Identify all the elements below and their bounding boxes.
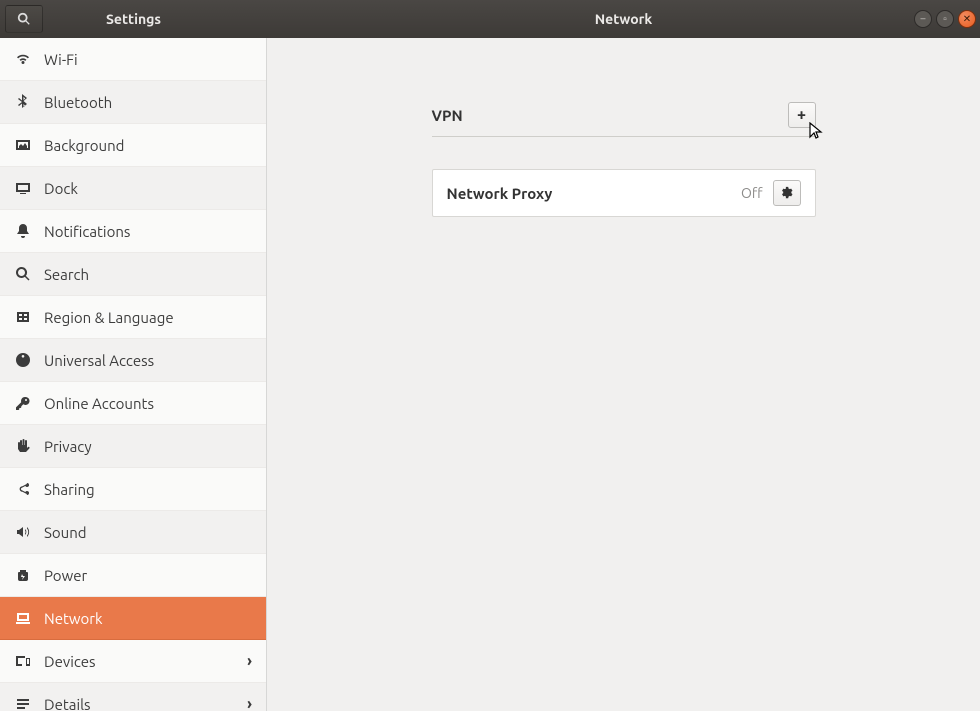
vpn-title: VPN <box>432 107 788 124</box>
proxy-status: Off <box>741 185 763 201</box>
main-panel: VPN + Network Proxy Off <box>267 38 980 711</box>
sidebar-item-bluetooth[interactable]: Bluetooth <box>0 81 266 124</box>
chevron-right-icon: › <box>247 695 252 711</box>
sidebar-item-label: Notifications <box>44 223 130 240</box>
sidebar-item-sharing[interactable]: Sharing <box>0 468 266 511</box>
add-vpn-button[interactable]: + <box>788 102 816 128</box>
power-icon <box>14 566 32 584</box>
sidebar-item-label: Search <box>44 266 89 283</box>
sidebar-item-universal-access[interactable]: Universal Access <box>0 339 266 382</box>
sidebar-item-devices[interactable]: Devices › <box>0 640 266 683</box>
vpn-divider <box>432 136 816 137</box>
bluetooth-icon <box>14 93 32 111</box>
proxy-settings-button[interactable] <box>773 180 801 206</box>
sidebar-item-search[interactable]: Search <box>0 253 266 296</box>
search-button[interactable] <box>5 5 43 33</box>
dock-icon <box>14 179 32 197</box>
sidebar-item-network[interactable]: Network <box>0 597 266 640</box>
sidebar: Wi-Fi Bluetooth Background Dock Notifica… <box>0 38 267 711</box>
search-icon <box>17 12 31 26</box>
sidebar-item-label: Universal Access <box>44 352 154 369</box>
hand-icon <box>14 437 32 455</box>
sidebar-item-background[interactable]: Background <box>0 124 266 167</box>
wifi-icon <box>14 50 32 68</box>
sidebar-item-label: Region & Language <box>44 309 174 326</box>
sidebar-item-label: Online Accounts <box>44 395 154 412</box>
maximize-button[interactable]: ▫ <box>936 10 954 28</box>
chevron-right-icon: › <box>247 652 252 670</box>
sidebar-item-label: Sound <box>44 524 87 541</box>
sidebar-item-online-accounts[interactable]: Online Accounts <box>0 382 266 425</box>
sidebar-item-power[interactable]: Power <box>0 554 266 597</box>
sidebar-item-wifi[interactable]: Wi-Fi <box>0 38 266 81</box>
network-proxy-row: Network Proxy Off <box>432 169 816 217</box>
sidebar-item-label: Background <box>44 137 124 154</box>
sidebar-item-label: Bluetooth <box>44 94 112 111</box>
share-icon <box>14 480 32 498</box>
vpn-section-header: VPN + <box>432 98 816 132</box>
sidebar-item-sound[interactable]: Sound <box>0 511 266 554</box>
network-icon <box>14 609 32 627</box>
sidebar-item-label: Dock <box>44 180 78 197</box>
sidebar-item-label: Sharing <box>44 481 95 498</box>
sidebar-item-label: Power <box>44 567 87 584</box>
search-icon <box>14 265 32 283</box>
sidebar-item-label: Wi-Fi <box>44 51 78 68</box>
details-icon <box>14 695 32 711</box>
speaker-icon <box>14 523 32 541</box>
bell-icon <box>14 222 32 240</box>
page-title: Network <box>267 0 980 38</box>
key-icon <box>14 394 32 412</box>
minimize-button[interactable]: – <box>914 10 932 28</box>
sidebar-item-label: Privacy <box>44 438 92 455</box>
sidebar-item-label: Devices <box>44 653 96 670</box>
titlebar: Settings Network – ▫ ✕ <box>0 0 980 38</box>
sidebar-item-label: Network <box>44 610 103 627</box>
window-controls: – ▫ ✕ <box>914 0 976 38</box>
gear-icon <box>780 186 794 200</box>
sidebar-item-privacy[interactable]: Privacy <box>0 425 266 468</box>
sidebar-item-label: Details <box>44 696 91 711</box>
close-button[interactable]: ✕ <box>958 10 976 28</box>
sidebar-item-notifications[interactable]: Notifications <box>0 210 266 253</box>
devices-icon <box>14 652 32 670</box>
sidebar-item-dock[interactable]: Dock <box>0 167 266 210</box>
proxy-title: Network Proxy <box>447 185 741 202</box>
sidebar-item-region-language[interactable]: Region & Language <box>0 296 266 339</box>
globe-icon <box>14 308 32 326</box>
access-icon <box>14 351 32 369</box>
background-icon <box>14 136 32 154</box>
sidebar-item-details[interactable]: Details › <box>0 683 266 711</box>
